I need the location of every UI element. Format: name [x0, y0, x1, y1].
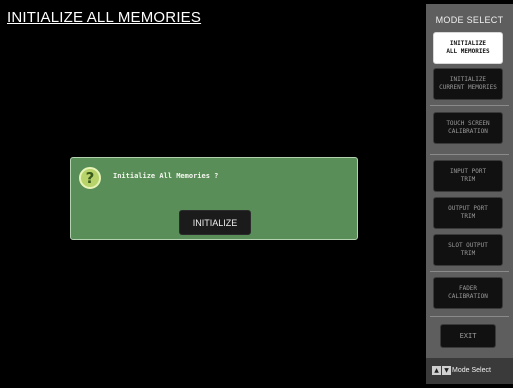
mode-select-title: MODE SELECT — [435, 15, 504, 25]
initialize-button[interactable]: INITIALIZE — [179, 210, 251, 235]
initialize-current-memories-button[interactable]: INITIALIZE CURRENT MEMORIES — [433, 68, 503, 100]
question-icon: ? — [79, 167, 101, 189]
input-port-trim-button[interactable]: INPUT PORT TRIM — [433, 160, 503, 192]
mode-select-panel: MODE SELECT INITIALIZE ALL MEMORIES INIT… — [426, 4, 513, 384]
mode-select-footer: ▲ ▼ Mode Select — [426, 358, 513, 384]
mode-select-label: Mode Select — [452, 367, 491, 374]
touch-screen-calibration-button[interactable]: TOUCH SCREEN CALIBRATION — [433, 112, 503, 144]
divider — [430, 105, 509, 106]
exit-button[interactable]: EXIT — [440, 324, 496, 348]
initialize-all-memories-button[interactable]: INITIALIZE ALL MEMORIES — [433, 32, 503, 64]
initialize-confirm-dialog: ? Initialize All Memories ? INITIALIZE — [70, 157, 358, 240]
divider — [430, 154, 509, 155]
up-arrow-icon[interactable]: ▲ — [432, 366, 441, 375]
down-arrow-icon[interactable]: ▼ — [442, 366, 451, 375]
page-title: INITIALIZE ALL MEMORIES — [7, 9, 202, 26]
divider — [430, 271, 509, 272]
slot-output-trim-button[interactable]: SLOT OUTPUT TRIM — [433, 234, 503, 266]
fader-calibration-button[interactable]: FADER CALIBRATION — [433, 277, 503, 309]
output-port-trim-button[interactable]: OUTPUT PORT TRIM — [433, 197, 503, 229]
dialog-question: Initialize All Memories ? — [113, 172, 219, 180]
divider — [430, 316, 509, 317]
